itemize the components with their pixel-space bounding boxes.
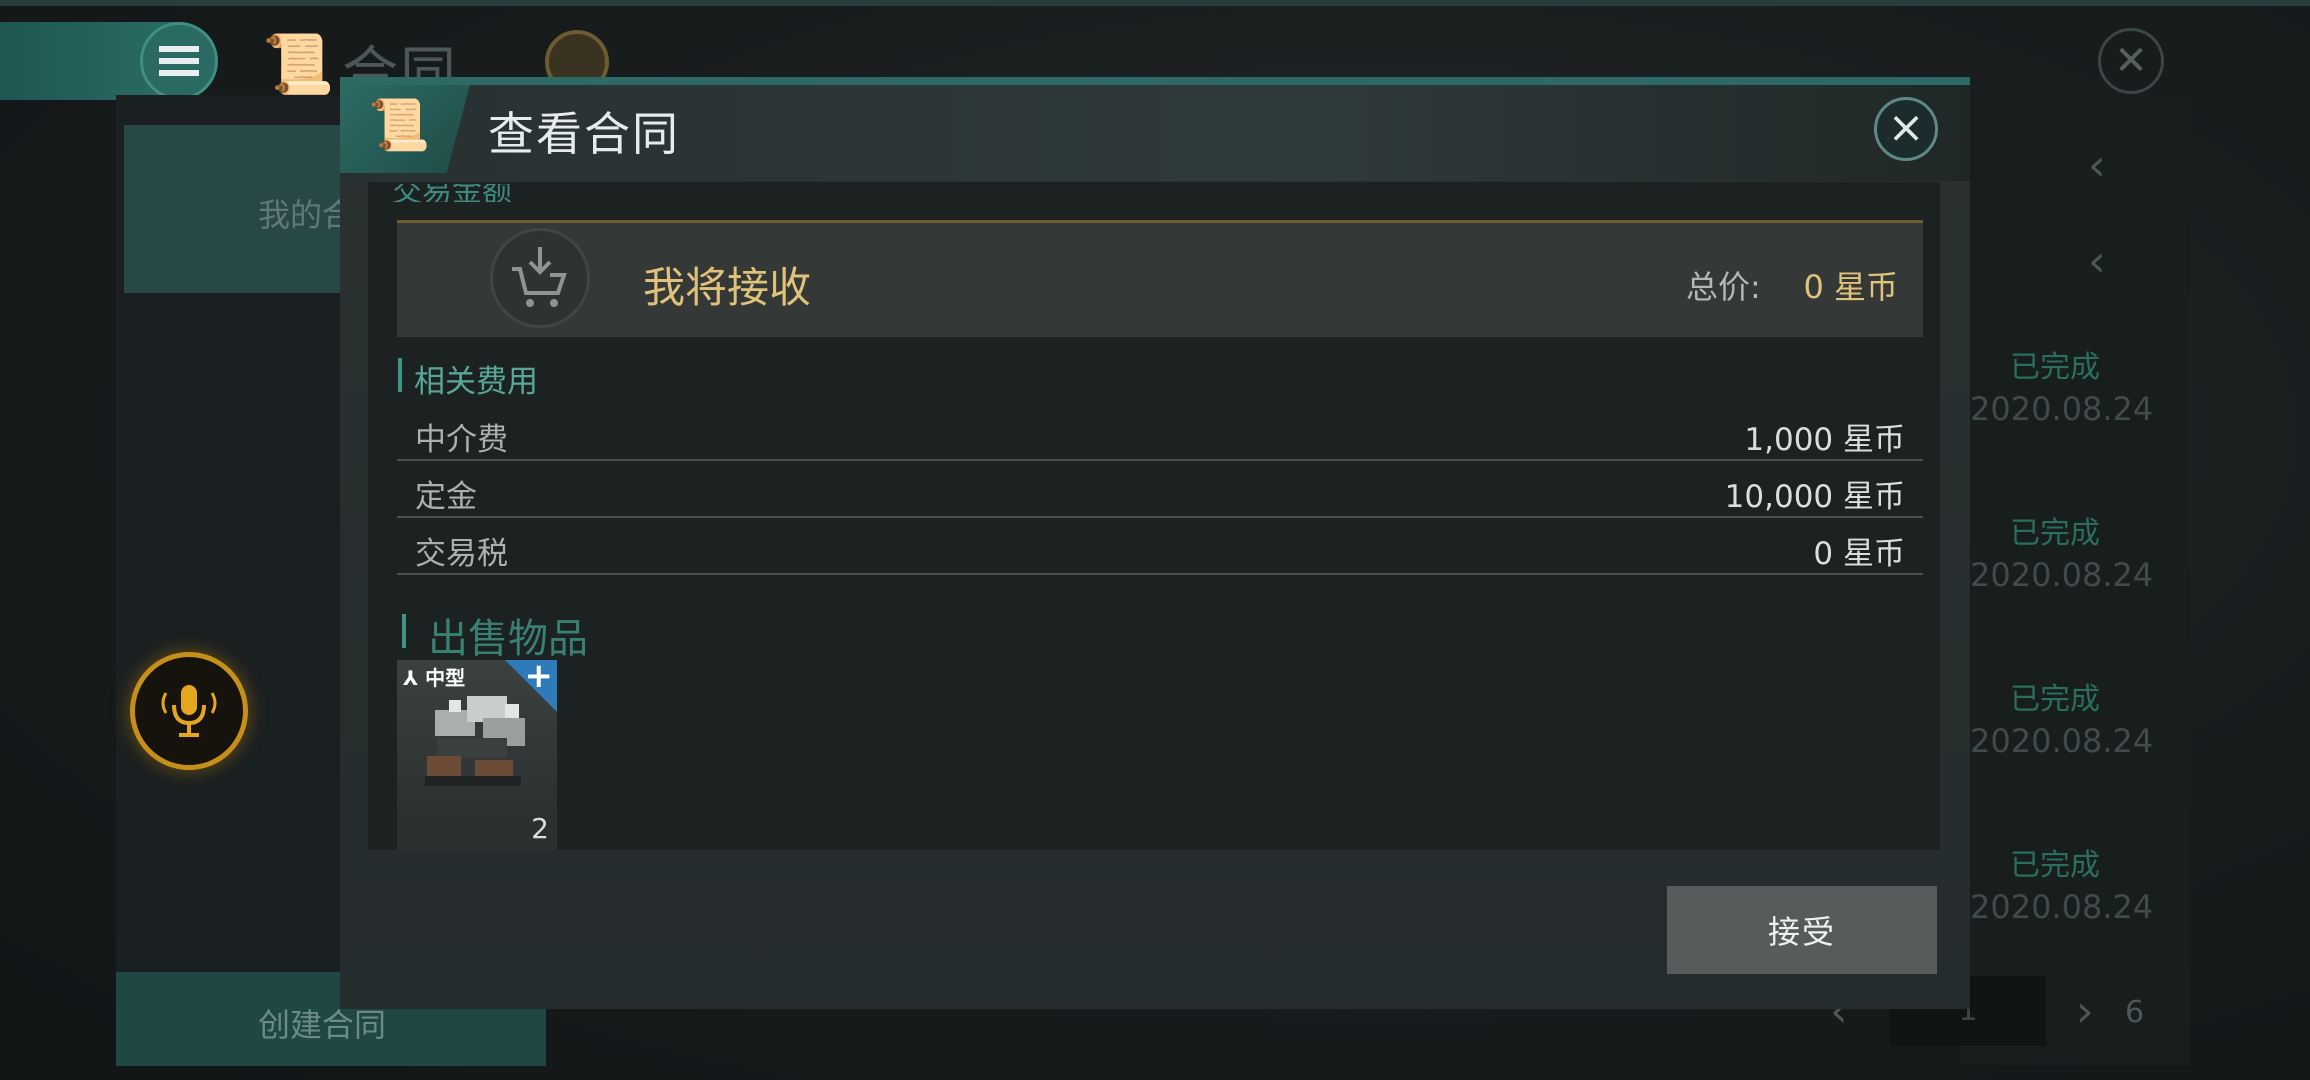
dialog-title: 查看合同: [488, 107, 680, 161]
fee-value: 0 星币: [1813, 536, 1905, 572]
page-close-button[interactable]: ✕: [2098, 28, 2164, 94]
fee-name: 中介费: [415, 422, 508, 458]
fee-value: 1,000 星币: [1744, 422, 1905, 458]
status-badge: 已完成: [2010, 682, 2100, 717]
receive-cart-icon: [490, 228, 590, 328]
fees-section-title: 相关费用: [414, 364, 538, 400]
menu-icon: [159, 46, 199, 76]
contract-scroll-icon: 📜: [368, 96, 431, 154]
top-border: [0, 0, 2310, 6]
microphone-icon: [161, 685, 217, 737]
page-total: 6: [2125, 995, 2145, 1030]
fee-row: 定金 10,000 星币: [397, 461, 1923, 518]
fee-name: 交易税: [415, 536, 508, 572]
status-badge: 已完成: [2010, 350, 2100, 385]
contract-date: 2020.08.24: [1970, 556, 2154, 594]
status-badge: 已完成: [2010, 848, 2100, 883]
fee-value: 10,000 星币: [1724, 479, 1905, 515]
plus-icon: +: [524, 656, 554, 696]
fee-row: 中介费 1,000 星币: [397, 404, 1923, 461]
item-size-label: 中型: [425, 666, 466, 690]
sale-item-card[interactable]: + ⅄ 中型 2: [397, 656, 557, 850]
section-title-partial: 交易金额: [392, 184, 512, 202]
section-marker: [398, 358, 402, 392]
item-size-tag: ⅄ 中型: [403, 662, 465, 691]
chevron-left-icon[interactable]: ‹: [2088, 236, 2106, 287]
chevron-left-icon[interactable]: ‹: [2088, 140, 2106, 191]
fee-row: 交易税 0 星币: [397, 518, 1923, 575]
status-badge: 已完成: [2010, 516, 2100, 551]
item-count: 2: [531, 812, 549, 845]
total-price-value: 0 星币: [1803, 268, 1898, 306]
section-marker: [402, 614, 406, 648]
menu-button[interactable]: [140, 22, 218, 100]
dialog-close-button[interactable]: ×: [1874, 97, 1938, 161]
contract-date: 2020.08.24: [1970, 888, 2154, 926]
total-price-label: 总价:: [1686, 268, 1761, 306]
fee-name: 定金: [415, 479, 477, 515]
ship-class-icon: ⅄: [403, 666, 426, 690]
next-page-icon[interactable]: ›: [2076, 986, 2094, 1037]
receive-label: 我将接收: [643, 263, 812, 312]
accept-button[interactable]: 接受: [1667, 886, 1937, 974]
contract-date: 2020.08.24: [1970, 390, 2154, 428]
contract-date: 2020.08.24: [1970, 722, 2154, 760]
contract-icon: 📜: [262, 30, 335, 98]
voice-chat-button[interactable]: [130, 652, 248, 770]
sale-items-title: 出售物品: [428, 616, 588, 662]
